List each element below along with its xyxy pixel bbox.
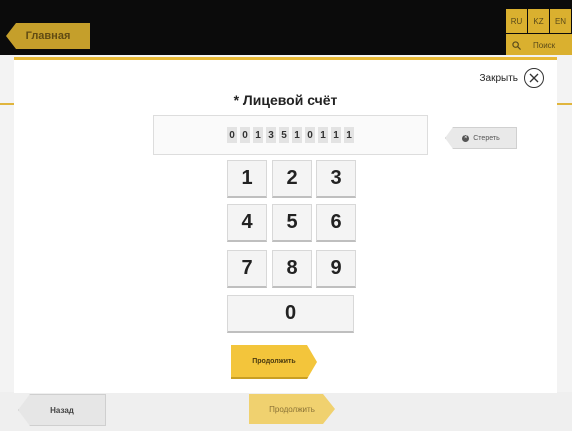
account-digit: 0 (305, 127, 315, 143)
account-digit: 5 (279, 127, 289, 143)
account-digit: 0 (227, 127, 237, 143)
key-4[interactable]: 4 (227, 204, 267, 242)
account-number-field[interactable]: 0 0 1 3 5 1 0 1 1 1 (153, 115, 428, 155)
clear-label: Стереть (473, 134, 500, 142)
key-1[interactable]: 1 (227, 160, 267, 198)
key-2[interactable]: 2 (272, 160, 312, 198)
account-digit: 1 (253, 127, 263, 143)
account-digit: 1 (318, 127, 328, 143)
home-button[interactable]: Главная (6, 23, 90, 49)
key-9[interactable]: 9 (316, 250, 356, 288)
key-5[interactable]: 5 (272, 204, 312, 242)
language-switcher: RU KZ EN (506, 9, 571, 33)
clear-button[interactable]: × Стереть (445, 127, 517, 149)
key-0[interactable]: 0 (227, 295, 354, 333)
key-7[interactable]: 7 (227, 250, 267, 288)
search-label: Поиск (533, 40, 556, 50)
dialog-title: * Лицевой счёт (233, 92, 338, 108)
account-digit: 1 (344, 127, 354, 143)
close-icon[interactable] (524, 68, 544, 88)
clear-icon: × (462, 134, 470, 142)
lang-ru-button[interactable]: RU (506, 9, 527, 33)
key-3[interactable]: 3 (316, 160, 356, 198)
account-digit: 1 (331, 127, 341, 143)
continue-button[interactable]: Продолжить (231, 345, 317, 379)
search-icon (512, 40, 521, 50)
key-6[interactable]: 6 (316, 204, 356, 242)
key-8[interactable]: 8 (272, 250, 312, 288)
account-number-dialog: Закрыть * Лицевой счёт 0 0 1 3 5 1 0 1 1… (14, 57, 557, 393)
close-label: Закрыть (479, 72, 518, 84)
search-button[interactable]: Поиск (506, 34, 572, 56)
account-digit: 0 (240, 127, 250, 143)
back-button[interactable]: Назад (18, 394, 106, 426)
close-button[interactable]: Закрыть (479, 68, 544, 88)
account-digit: 1 (292, 127, 302, 143)
lang-en-button[interactable]: EN (550, 9, 571, 33)
background-continue-button: Продолжить (249, 394, 335, 424)
lang-kz-button[interactable]: KZ (528, 9, 549, 33)
account-digit: 3 (266, 127, 276, 143)
